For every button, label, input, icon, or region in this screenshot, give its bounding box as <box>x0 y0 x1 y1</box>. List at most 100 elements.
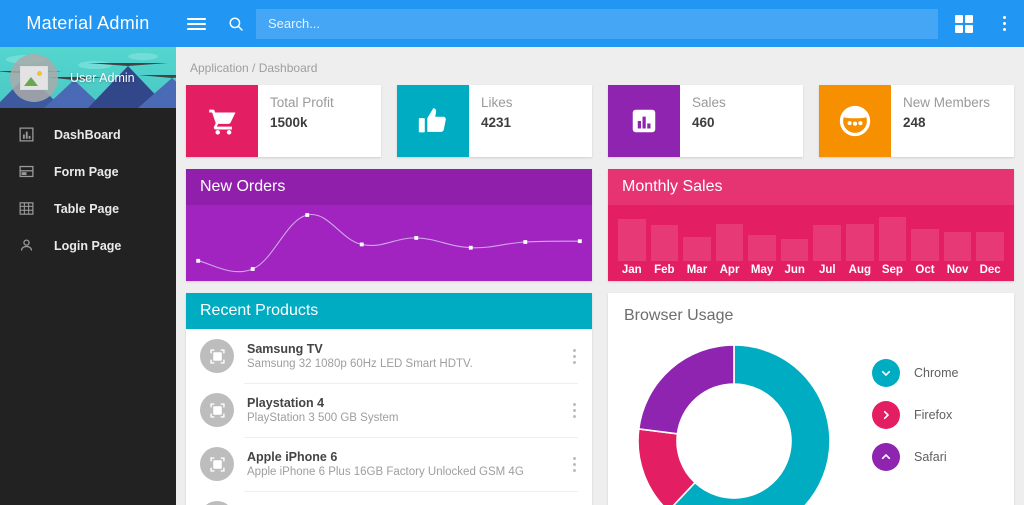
product-list-item[interactable]: Samsung TV Samsung 32 1080p 60Hz LED Smar… <box>186 329 592 383</box>
legend-label: Safari <box>914 450 947 464</box>
bar-column[interactable]: Jun <box>780 205 809 281</box>
bar-label: Jun <box>784 264 805 276</box>
product-name: Samsung TV <box>247 342 323 356</box>
app-brand-title: Material Admin <box>26 13 150 33</box>
top-navigation-bar: Material Admin <box>0 0 1024 47</box>
bar <box>911 229 939 261</box>
product-list-item[interactable]: Apple iPhone 6 Apple iPhone 6 Plus 16GB F… <box>186 437 592 491</box>
face-icon <box>839 105 871 137</box>
product-description: Samsung 32 1080p 60Hz LED Smart HDTV. <box>247 358 473 370</box>
product-menu-button[interactable] <box>573 402 580 418</box>
product-name: Apple iPhone 6 <box>247 450 338 464</box>
bar-label: Sep <box>881 264 903 276</box>
monthly-sales-card: Monthly Sales Jan Feb Mar Apr May Jun Jul Aug Se… <box>608 169 1014 281</box>
bar-column[interactable]: Jan <box>618 205 646 281</box>
bar <box>976 232 1004 261</box>
hamburger-menu-button[interactable] <box>176 0 216 47</box>
bar-label: Oct <box>915 264 935 276</box>
thumb-up-icon <box>418 108 446 133</box>
stat-title: Total Profit <box>270 95 334 110</box>
main-content: Application / Dashboard Total Profit 150… <box>176 47 1024 505</box>
person-icon <box>14 234 38 258</box>
search-bar <box>256 0 944 47</box>
search-button[interactable] <box>216 0 256 47</box>
product-list-item[interactable]: Playstation 4 PlayStation 3 500 GB System <box>186 383 592 437</box>
product-description: PlayStation 3 500 GB System <box>247 412 399 424</box>
bar-column[interactable]: Dec <box>976 205 1004 281</box>
new-orders-card: New Orders <box>186 169 592 281</box>
stat-card-likes[interactable]: Likes 4231 <box>397 85 592 157</box>
stat-value: 1500k <box>270 114 308 130</box>
bar-column[interactable]: Jul <box>813 205 842 281</box>
divider <box>244 491 578 492</box>
stat-card-sales[interactable]: Sales 460 <box>608 85 803 157</box>
bar-column[interactable]: Mar <box>683 205 711 281</box>
bar-label: Nov <box>946 264 969 276</box>
overflow-menu-button[interactable] <box>984 0 1024 47</box>
stat-cards-row: Total Profit 1500k Likes 4231 Sales 460 … <box>186 85 1014 157</box>
broken-image-placeholder-icon <box>20 65 48 90</box>
stat-card-new-members[interactable]: New Members 248 <box>819 85 1014 157</box>
new-orders-title: New Orders <box>186 169 592 205</box>
hamburger-icon <box>186 15 206 33</box>
bar <box>780 239 809 261</box>
image-placeholder-icon <box>200 501 234 505</box>
sidebar-user-name: User Admin <box>70 70 135 85</box>
stat-card-total-profit[interactable]: Total Profit 1500k <box>186 85 381 157</box>
bar-column[interactable]: Nov <box>943 205 972 281</box>
sidebar-item-login-page[interactable]: Login Page <box>0 227 176 264</box>
sidebar-item-table-page[interactable]: Table Page <box>0 190 176 227</box>
bar-column[interactable]: Apr <box>715 205 744 281</box>
product-name: Playstation 4 <box>247 396 325 410</box>
bar <box>715 224 744 261</box>
chevron-up-icon <box>872 443 900 471</box>
product-list-item[interactable] <box>186 491 592 505</box>
bar <box>943 232 972 261</box>
bar-column[interactable]: Sep <box>878 205 907 281</box>
dashboard-page: Material Admin Search... User Admin Dash… <box>0 0 1024 505</box>
monthly-sales-title: Monthly Sales <box>608 169 1014 205</box>
sidebar-item-label: Table Page <box>54 201 120 216</box>
bar-label: Mar <box>686 264 708 276</box>
new-orders-line-chart[interactable] <box>186 205 592 281</box>
bar-chart-icon <box>632 109 656 133</box>
breadcrumb: Application / Dashboard <box>190 61 318 75</box>
bar <box>683 237 711 261</box>
sidebar-nav-list: DashBoard Form Page Table Page Login Pag… <box>0 108 176 264</box>
bar-column[interactable]: Oct <box>911 205 939 281</box>
bar-column[interactable]: Feb <box>650 205 679 281</box>
browser-usage-title: Browser Usage <box>608 293 1014 329</box>
browser-usage-legend: Chrome Firefox Safari <box>844 333 998 505</box>
product-menu-button[interactable] <box>573 456 580 472</box>
browser-usage-donut-chart[interactable] <box>624 333 844 505</box>
sidebar-item-dashboard[interactable]: DashBoard <box>0 116 176 153</box>
image-placeholder-icon <box>200 339 234 373</box>
legend-item[interactable]: Safari <box>872 443 998 471</box>
grid-apps-icon <box>955 14 973 33</box>
bar-label: May <box>750 264 774 276</box>
sidebar-item-label: Login Page <box>54 238 122 253</box>
apps-grid-button[interactable] <box>944 0 984 47</box>
search-input[interactable] <box>256 8 938 39</box>
bar-label: Feb <box>654 264 675 276</box>
search-icon <box>229 16 243 31</box>
bar-chart-icon <box>14 123 38 147</box>
legend-item[interactable]: Chrome <box>872 359 998 387</box>
legend-label: Chrome <box>914 366 959 380</box>
bar-column[interactable]: Aug <box>846 205 874 281</box>
bar <box>878 217 907 261</box>
monthly-sales-bar-chart[interactable]: Jan Feb Mar Apr May Jun Jul Aug Sep Oct Nov Dec <box>608 205 1014 281</box>
bar-label: Apr <box>719 264 740 276</box>
chevron-right-icon <box>872 401 900 429</box>
table-grid-icon <box>14 197 38 221</box>
stat-icon-background <box>608 85 680 157</box>
sidebar-item-label: DashBoard <box>54 127 121 142</box>
product-menu-button[interactable] <box>573 348 580 364</box>
bar <box>650 225 679 261</box>
avatar[interactable] <box>10 53 58 102</box>
legend-item[interactable]: Firefox <box>872 401 998 429</box>
shopping-cart-icon <box>209 109 236 135</box>
sidebar-profile-header[interactable]: User Admin <box>0 47 176 108</box>
bar-column[interactable]: May <box>748 205 776 281</box>
sidebar-item-form-page[interactable]: Form Page <box>0 153 176 190</box>
